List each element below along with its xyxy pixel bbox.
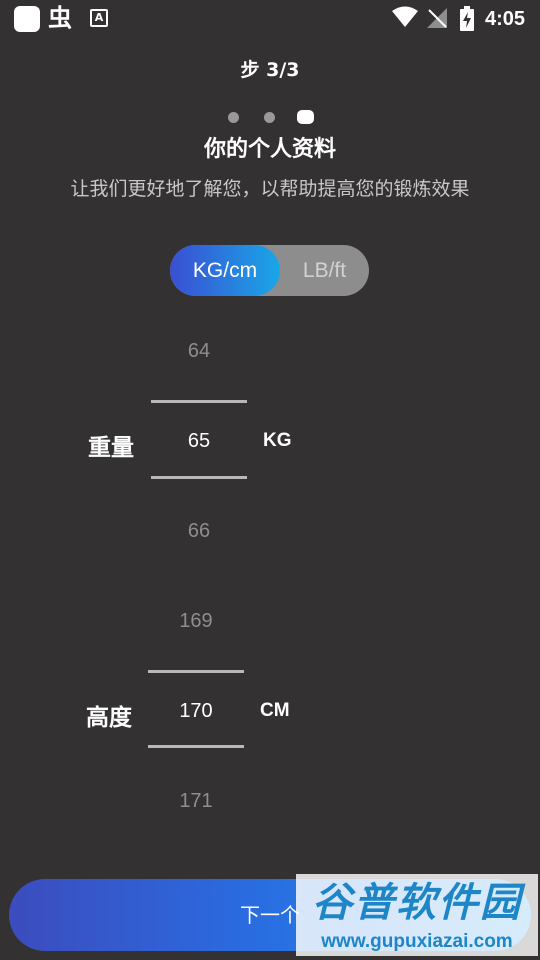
height-label: 高度 — [86, 705, 132, 731]
step-indicator: 步 3/3 — [240, 59, 300, 81]
height-picker-bottom-line — [148, 745, 244, 748]
unit-toggle[interactable]: LB/ft KG/cm — [170, 245, 369, 296]
status-bar: 虫 A 4:05 — [0, 0, 540, 38]
no-signal-icon — [427, 8, 447, 28]
height-prev-value[interactable]: 169 — [148, 608, 244, 634]
app-square-icon — [14, 6, 40, 32]
weight-label: 重量 — [88, 435, 134, 461]
page-subtitle: 让我们更好地了解您，以帮助提高您的锻炼效果 — [70, 178, 470, 200]
page-dot-2 — [264, 112, 275, 123]
height-unit-label: CM — [260, 700, 290, 721]
height-next-value[interactable]: 171 — [148, 788, 244, 814]
weight-prev-value[interactable]: 64 — [151, 338, 247, 364]
wifi-icon — [392, 6, 418, 27]
bug-icon: 虫 — [48, 4, 72, 32]
weight-selected-value[interactable]: 65 — [151, 428, 247, 454]
clock-time: 4:05 — [485, 8, 526, 30]
battery-charging-icon — [460, 6, 474, 31]
weight-picker-bottom-line — [151, 476, 247, 479]
page-dot-1 — [228, 112, 239, 123]
watermark-logo: 谷普软件园 www.gupuxiazai.com — [296, 874, 538, 956]
unit-option-kg-cm[interactable]: KG/cm — [170, 245, 280, 296]
watermark-url: www.gupuxiazai.com — [321, 931, 513, 952]
weight-next-value[interactable]: 66 — [151, 518, 247, 544]
font-a-icon: A — [90, 9, 108, 27]
weight-picker-top-line — [151, 400, 247, 403]
page-dot-3-active — [297, 110, 314, 124]
watermark-brand: 谷普软件园 — [312, 880, 522, 926]
height-picker-top-line — [148, 670, 244, 673]
page-title: 你的个人资料 — [203, 137, 336, 162]
unit-option-lb-ft[interactable]: LB/ft — [280, 245, 369, 296]
height-selected-value[interactable]: 170 — [148, 698, 244, 724]
page-dots — [0, 110, 540, 124]
weight-unit-label: KG — [263, 430, 292, 451]
